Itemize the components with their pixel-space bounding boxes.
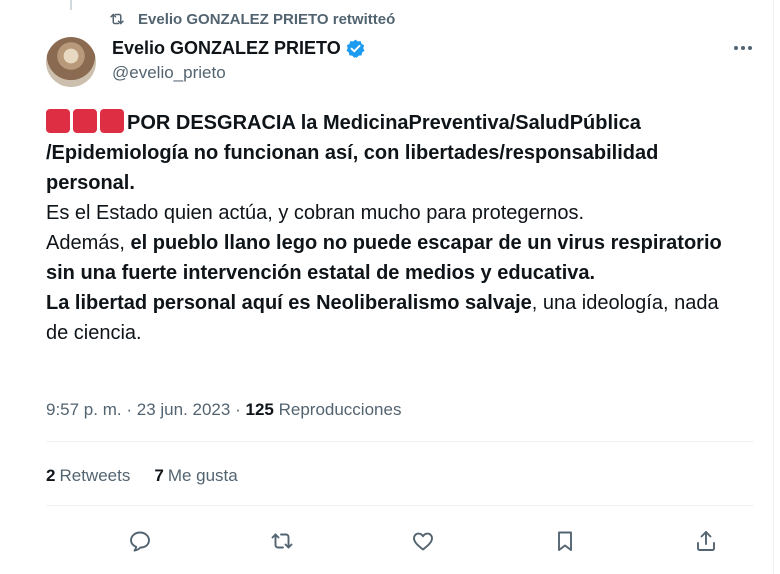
likes-stat[interactable]: 7 Me gusta bbox=[154, 466, 237, 486]
reply-icon bbox=[130, 531, 150, 552]
bookmark-button[interactable] bbox=[552, 528, 578, 554]
tweet-paragraph-1: POR DESGRACIA la MedicinaPreventiva/Salu… bbox=[46, 112, 659, 194]
share-icon bbox=[697, 531, 715, 551]
tweet-time[interactable]: 9:57 p. m. bbox=[46, 400, 122, 419]
share-button[interactable] bbox=[693, 528, 719, 554]
tweet-paragraph-2: Es el Estado quien actúa, y cobran mucho… bbox=[46, 202, 585, 224]
thread-line bbox=[70, 0, 72, 10]
tweet-stats: 2 Retweets 7 Me gusta bbox=[46, 466, 238, 486]
action-bar bbox=[46, 520, 754, 560]
tweet-meta: 9:57 p. m. · 23 jun. 2023 · 125 Reproduc… bbox=[46, 400, 402, 419]
tweet-paragraph-3: Además, el pueblo llano lego no puede es… bbox=[46, 232, 722, 284]
author-block: Evelio GONZALEZ PRIETO @evelio_prieto bbox=[112, 36, 366, 83]
tweet-paragraph-4: La libertad personal aquí es Neoliberali… bbox=[46, 292, 719, 344]
tweet-text: POR DESGRACIA la MedicinaPreventiva/Salu… bbox=[46, 108, 736, 348]
divider bbox=[46, 441, 754, 442]
avatar[interactable] bbox=[46, 37, 96, 87]
tweet-card: Evelio GONZALEZ PRIETO retwitteó Evelio … bbox=[22, 0, 774, 574]
retweet-icon bbox=[271, 533, 293, 549]
verified-badge-icon[interactable] bbox=[345, 38, 366, 59]
more-options-icon[interactable] bbox=[731, 38, 755, 58]
bookmark-icon bbox=[558, 531, 572, 551]
retweet-banner[interactable]: Evelio GONZALEZ PRIETO retwitteó bbox=[108, 9, 395, 29]
retweets-stat[interactable]: 2 Retweets bbox=[46, 466, 130, 486]
retweet-button[interactable] bbox=[269, 528, 295, 554]
retweet-icon bbox=[110, 13, 124, 25]
like-button[interactable] bbox=[410, 528, 436, 554]
author-handle[interactable]: @evelio_prieto bbox=[112, 63, 366, 83]
like-icon bbox=[413, 532, 433, 551]
views-label: Reproducciones bbox=[278, 400, 402, 419]
views-count: 125 bbox=[245, 400, 274, 419]
red-square-emoji bbox=[46, 109, 127, 134]
retweet-banner-text: Evelio GONZALEZ PRIETO retwitteó bbox=[138, 10, 396, 28]
author-name[interactable]: Evelio GONZALEZ PRIETO bbox=[112, 38, 341, 59]
tweet-date[interactable]: 23 jun. 2023 bbox=[137, 400, 231, 419]
divider bbox=[46, 505, 754, 506]
reply-button[interactable] bbox=[127, 528, 153, 554]
